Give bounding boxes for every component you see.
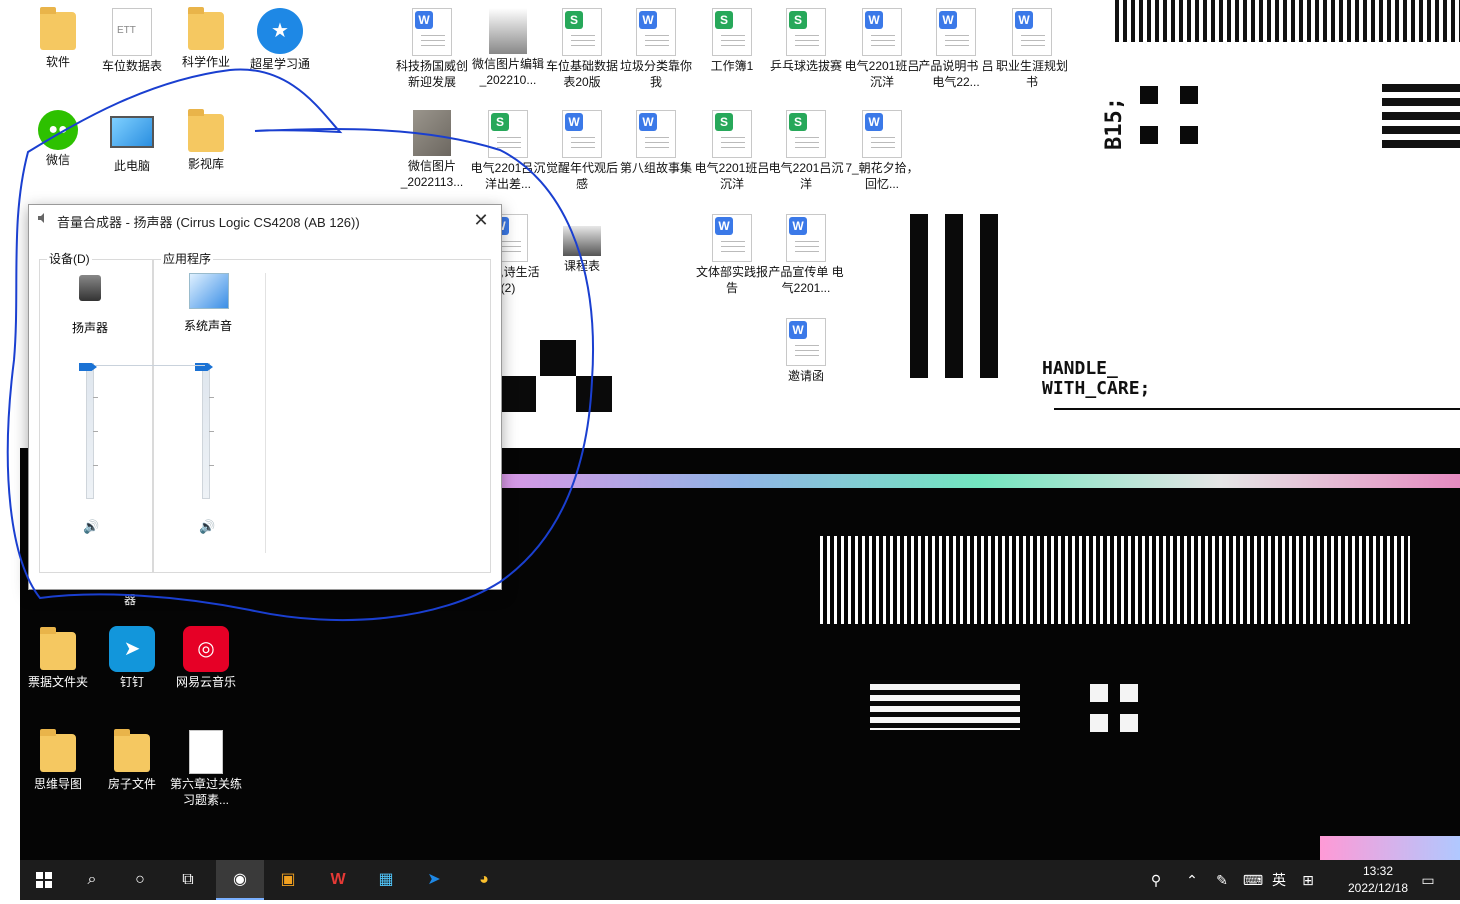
start-button[interactable]	[20, 860, 68, 900]
show-hidden-icons-chevron-icon[interactable]: ⌃	[1180, 860, 1204, 900]
taskbar-wps[interactable]: W	[314, 860, 362, 900]
keyboard-icon[interactable]: ⌨	[1240, 860, 1266, 900]
ime-grid-icon[interactable]: ⊞	[1296, 860, 1320, 900]
taskbar-media-player[interactable]: ▣	[264, 860, 312, 900]
people-icon[interactable]: ⚲	[1144, 860, 1168, 900]
clock[interactable]: 13:32 2022/12/18	[1338, 863, 1418, 897]
annotation-ink	[6, 68, 594, 622]
taskbar-volume-mixer[interactable]: ◉	[216, 860, 264, 900]
cortana-circle-icon: ○	[135, 871, 145, 888]
search-button[interactable]: ⌕	[68, 860, 116, 900]
store-icon: ▦	[378, 871, 394, 888]
clock-date: 2022/12/18	[1347, 881, 1409, 895]
cortana-button[interactable]: ○	[116, 860, 164, 900]
speaker-app-icon: ◉	[233, 871, 247, 888]
media-player-icon: ▣	[280, 871, 296, 888]
taskbar-chrome[interactable]: ◕	[460, 860, 508, 900]
clock-time: 13:32	[1362, 864, 1394, 878]
pen-icon[interactable]: ✎	[1210, 860, 1234, 900]
wps-icon: W	[330, 871, 346, 888]
taskbar: ⌕ ○ ⧉ ◉ ▣ W ▦ ➤ ◕ ⚲ ⌃ ✎ ⌨ 英 ⊞ 13:32 2022…	[20, 860, 1460, 900]
search-icon: ⌕	[87, 871, 97, 888]
windows-icon	[36, 872, 52, 888]
taskbar-dingtalk[interactable]: ➤	[410, 860, 458, 900]
task-view-icon: ⧉	[182, 871, 194, 888]
taskbar-store[interactable]: ▦	[362, 860, 410, 900]
dingtalk-icon: ➤	[427, 871, 441, 888]
task-view-button[interactable]: ⧉	[164, 860, 212, 900]
ime-indicator[interactable]: 英	[1268, 860, 1290, 900]
notification-icon[interactable]: ▭	[1416, 860, 1440, 900]
chrome-icon: ◕	[479, 871, 489, 888]
